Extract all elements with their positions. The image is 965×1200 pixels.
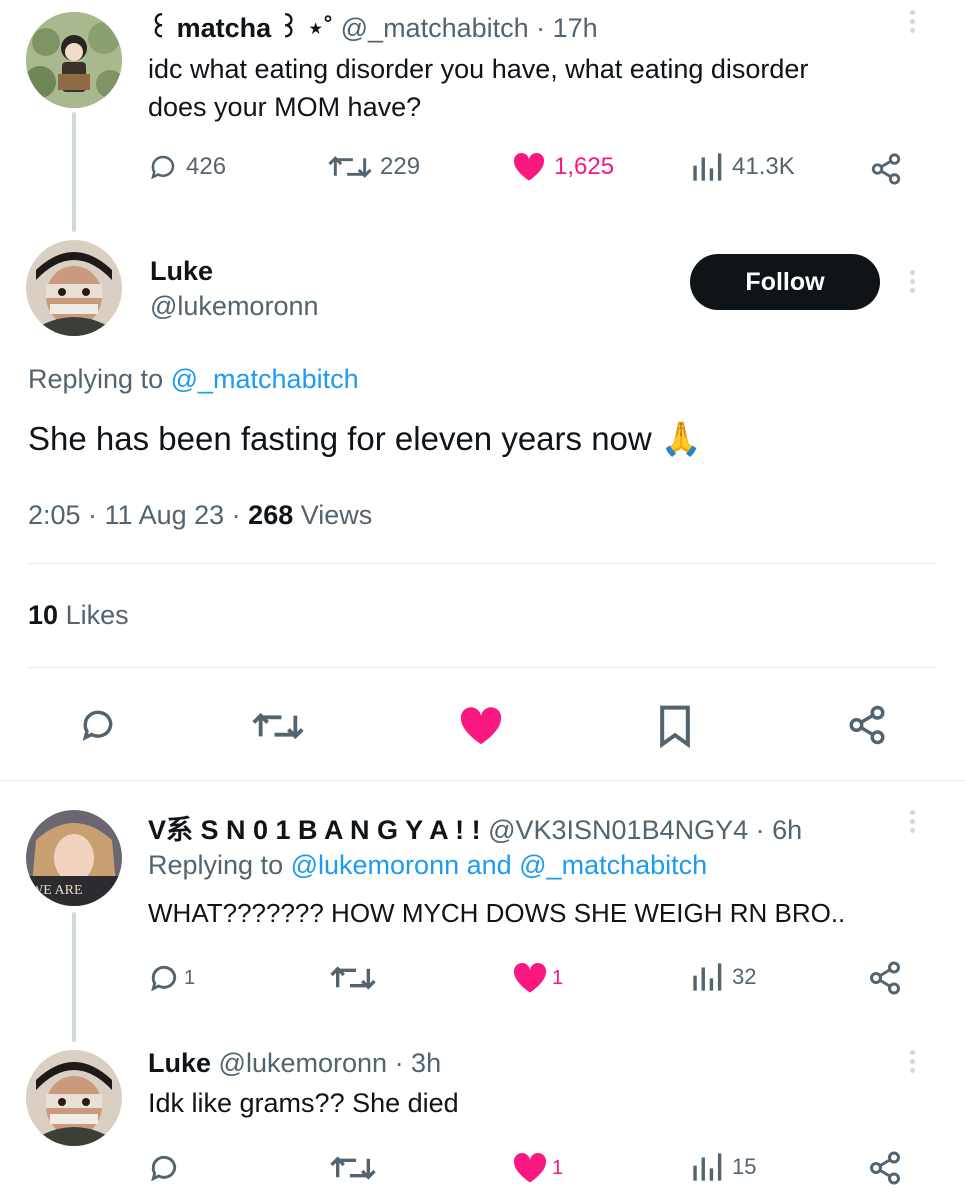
svg-text:WE ARE: WE ARE xyxy=(30,883,83,898)
reply-icon[interactable] xyxy=(148,1152,180,1184)
divider xyxy=(28,563,936,564)
views-button[interactable]: 32 xyxy=(690,962,756,992)
heart-filled-icon xyxy=(512,1152,548,1184)
display-name[interactable]: Luke xyxy=(150,256,213,287)
views-button[interactable]: 41.3K xyxy=(690,152,795,182)
folded-hands-emoji: 🙏 xyxy=(660,420,702,457)
thread-line xyxy=(72,112,76,232)
bookmark-icon[interactable] xyxy=(656,704,694,748)
divider xyxy=(0,780,965,781)
retweet-icon[interactable] xyxy=(330,962,376,994)
views-label: Views xyxy=(300,500,373,530)
likes-summary[interactable]: 10 Likes xyxy=(28,600,129,631)
views-icon xyxy=(690,152,724,182)
reply-count: 1 xyxy=(184,966,196,989)
likes-count: 10 xyxy=(28,600,59,630)
more-options-icon[interactable] xyxy=(910,6,915,37)
replying-handles-link[interactable]: @lukemoronn and @_matchabitch xyxy=(291,850,708,880)
more-options-icon[interactable] xyxy=(910,806,915,837)
timestamp[interactable]: · 3h xyxy=(395,1048,442,1078)
timestamp[interactable]: 2:05 · 11 Aug 23 · xyxy=(28,500,241,530)
like-count: 1 xyxy=(552,966,564,989)
heart-filled-icon[interactable] xyxy=(458,706,504,746)
replying-to: Replying to @lukemoronn and @_matchabitc… xyxy=(148,850,708,880)
thread-line xyxy=(72,912,76,1042)
views-icon xyxy=(690,962,724,992)
tweet-header: Luke @lukemoronn · 3h xyxy=(148,1048,441,1079)
reply-icon xyxy=(148,152,178,182)
display-name[interactable]: ꒰ matcha ꒱ ⋆˚ xyxy=(148,13,333,43)
display-name[interactable]: Luke xyxy=(148,1048,211,1078)
retweet-icon[interactable] xyxy=(252,708,304,744)
avatar-luke[interactable] xyxy=(26,1050,122,1146)
reply-icon xyxy=(148,962,180,994)
retweet-icon xyxy=(328,152,372,182)
views-count: 15 xyxy=(732,1154,757,1179)
reply-button[interactable]: 426 xyxy=(148,152,226,182)
heart-filled-icon xyxy=(512,152,546,182)
views-count: 32 xyxy=(732,964,757,989)
avatar-matcha[interactable] xyxy=(26,12,122,108)
like-button[interactable]: 1 xyxy=(512,962,563,994)
retweet-icon[interactable] xyxy=(330,1152,376,1184)
handle[interactable]: @lukemoronn xyxy=(150,291,319,322)
share-icon[interactable] xyxy=(868,152,904,186)
like-count: 1 xyxy=(552,1156,564,1179)
share-icon[interactable] xyxy=(866,960,904,996)
replying-to: Replying to @_matchabitch xyxy=(28,364,359,394)
display-name[interactable]: V系 S N 0 1 B A N G Y A ! ! xyxy=(148,815,481,845)
tweet-text: She has been fasting for eleven years no… xyxy=(28,420,702,457)
tweet-meta: 2:05 · 11 Aug 23 · 268 Views xyxy=(28,500,372,531)
views-count: 41.3K xyxy=(732,153,795,180)
timestamp[interactable]: · 17h xyxy=(536,13,598,43)
reply-count: 426 xyxy=(186,153,227,180)
timestamp[interactable]: · 6h xyxy=(756,815,803,845)
follow-button[interactable]: Follow xyxy=(690,254,880,310)
tweet-header: V系 S N 0 1 B A N G Y A ! ! @VK3ISN01B4NG… xyxy=(148,808,802,847)
retweet-button[interactable]: 229 xyxy=(328,152,420,182)
like-button[interactable]: 1 xyxy=(512,1152,563,1184)
handle[interactable]: @VK3ISN01B4NGY4 xyxy=(488,815,748,845)
reply-icon[interactable] xyxy=(78,706,118,744)
views-icon xyxy=(690,1152,724,1182)
avatar-vk[interactable]: WE ARE xyxy=(26,810,122,906)
like-button[interactable]: 1,625 xyxy=(512,152,614,182)
avatar-luke[interactable] xyxy=(26,240,122,336)
tweet-text: idc what eating disorder you have, what … xyxy=(148,54,809,122)
tweet-text: WHAT??????? HOW MYCH DOWS SHE WEIGH RN B… xyxy=(148,898,846,928)
share-icon[interactable] xyxy=(866,1150,904,1186)
heart-filled-icon xyxy=(512,962,548,994)
views-count: 268 xyxy=(248,500,294,530)
share-icon[interactable] xyxy=(846,704,888,746)
more-options-icon[interactable] xyxy=(910,266,915,297)
reply-button[interactable]: 1 xyxy=(148,962,195,994)
divider xyxy=(28,667,936,668)
likes-label: Likes xyxy=(65,600,129,630)
views-button[interactable]: 15 xyxy=(690,1152,756,1182)
handle[interactable]: @lukemoronn xyxy=(219,1048,388,1078)
like-count: 1,625 xyxy=(554,153,615,180)
retweet-count: 229 xyxy=(380,153,421,180)
replying-handle-link[interactable]: @_matchabitch xyxy=(171,364,359,394)
handle[interactable]: @_matchabitch xyxy=(341,13,529,43)
tweet-header: ꒰ matcha ꒱ ⋆˚ @_matchabitch · 17h xyxy=(148,8,598,44)
tweet-text: Idk like grams?? She died xyxy=(148,1088,459,1118)
more-options-icon[interactable] xyxy=(910,1046,915,1077)
